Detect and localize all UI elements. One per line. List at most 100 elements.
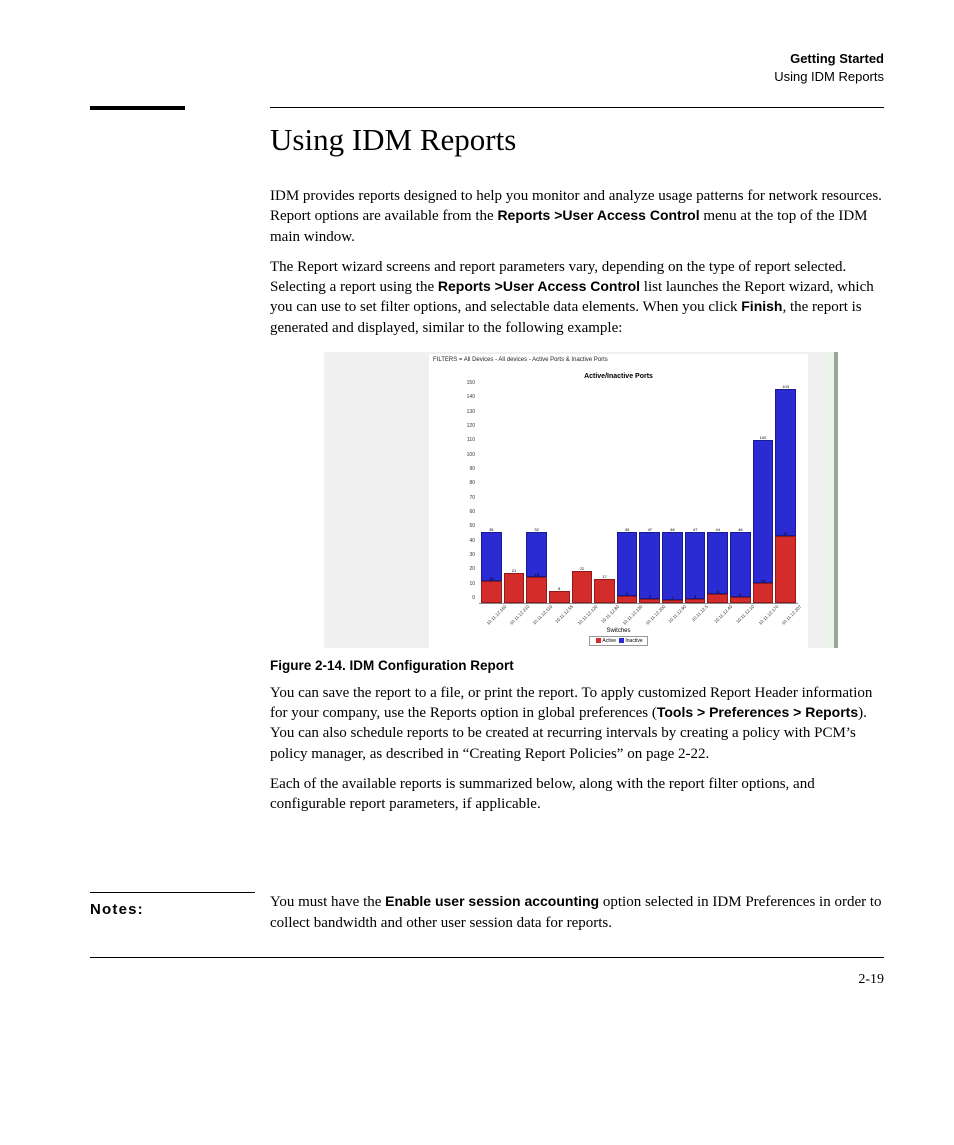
chart-card: FILTERS = All Devices - All devices - Ac… bbox=[429, 354, 808, 648]
chapter-name: Getting Started bbox=[90, 50, 884, 68]
notes-label-column: Notes: bbox=[90, 892, 270, 943]
bottom-rule bbox=[90, 957, 884, 958]
paragraph-3: You can save the report to a file, or pr… bbox=[270, 683, 884, 764]
notes-paragraph: You must have the Enable user session ac… bbox=[270, 892, 884, 933]
chart-bar-active bbox=[549, 591, 570, 602]
chart-bar: 22 bbox=[572, 389, 593, 603]
chart-y-ticks: 0102030405060708090100110120130140150 bbox=[455, 389, 477, 604]
chart-bar-inactive bbox=[775, 389, 796, 536]
paragraph-2: The Report wizard screens and report par… bbox=[270, 257, 884, 338]
chart-bar-inactive bbox=[753, 440, 774, 583]
chart-y-tick: 10 bbox=[469, 581, 475, 587]
chart-x-tick: 10.11.12.130 bbox=[617, 604, 638, 630]
chart-x-tick: 10.11.12.90 bbox=[662, 604, 683, 630]
chart-bar-active bbox=[594, 579, 615, 603]
menu-path: Reports >User Access Control bbox=[438, 278, 640, 294]
chart-bars: 3515213218822174554734824734464641001410… bbox=[479, 389, 798, 604]
chart-y-tick: 0 bbox=[472, 595, 475, 601]
chart-bar-active bbox=[617, 596, 638, 603]
chart-y-tick: 110 bbox=[467, 437, 475, 443]
chart-x-tick: 10.11.12.210 bbox=[504, 604, 525, 630]
menu-path: Reports >User Access Control bbox=[497, 207, 699, 223]
page-number: 2-19 bbox=[90, 972, 884, 988]
paragraph-4: Each of the available reports is summari… bbox=[270, 774, 884, 815]
button-name-finish: Finish bbox=[741, 298, 782, 314]
chart-bar-active bbox=[707, 594, 728, 603]
section-rule-thin bbox=[270, 107, 884, 108]
page-title: Using IDM Reports bbox=[270, 122, 884, 158]
chart-bar-active bbox=[662, 600, 683, 603]
chart-y-tick: 20 bbox=[469, 566, 475, 572]
chart-x-tick: 10.11.12.5 bbox=[685, 604, 706, 630]
page: Getting Started Using IDM Reports Using … bbox=[0, 0, 954, 1145]
chart-x-ticks: 10.11.12.16010.11.12.21010.11.12.11010.1… bbox=[479, 604, 798, 630]
chart-y-tick: 60 bbox=[469, 509, 475, 515]
chart-y-tick: 100 bbox=[467, 452, 475, 458]
chart-y-tick: 80 bbox=[469, 480, 475, 486]
chart-x-tick: 10.11.12.170 bbox=[753, 604, 774, 630]
chart-bar: 3218 bbox=[526, 389, 547, 603]
chart-x-tick: 10.11.12.80 bbox=[594, 604, 615, 630]
chart-bar-active bbox=[685, 599, 706, 603]
chart-y-tick: 40 bbox=[469, 538, 475, 544]
chart-bar: 473 bbox=[639, 389, 660, 603]
chart-y-tick: 130 bbox=[467, 409, 475, 415]
chart-bar-active bbox=[775, 536, 796, 603]
chart-bar-inactive bbox=[730, 532, 751, 598]
menu-path: Tools > Preferences > Reports bbox=[657, 704, 858, 720]
chart-x-tick: 10.11.12.40 bbox=[707, 604, 728, 630]
chart-bar-active bbox=[730, 597, 751, 603]
running-header: Getting Started Using IDM Reports bbox=[90, 50, 884, 85]
chart-x-tick: 10.11.12.200 bbox=[639, 604, 660, 630]
option-name: Enable user session accounting bbox=[385, 893, 599, 909]
notes-body: You must have the Enable user session ac… bbox=[270, 892, 884, 943]
section-rule-thick bbox=[90, 106, 185, 110]
chart-bar: 3515 bbox=[481, 389, 502, 603]
chart-x-tick: 10.11.12.120 bbox=[572, 604, 593, 630]
notes-rule bbox=[90, 892, 255, 893]
notes-label: Notes: bbox=[90, 901, 270, 918]
chart-bar-active bbox=[639, 599, 660, 603]
chart-title: Active/Inactive Ports bbox=[429, 373, 808, 380]
section-name: Using IDM Reports bbox=[90, 68, 884, 86]
chart-bar: 482 bbox=[662, 389, 683, 603]
chart-bar: 10014 bbox=[753, 389, 774, 603]
chart-legend: Active Inactive bbox=[429, 629, 808, 647]
chart-y-tick: 140 bbox=[467, 394, 475, 400]
chart-bar-inactive bbox=[685, 532, 706, 599]
chart-bar-inactive bbox=[707, 532, 728, 595]
figure-caption: Figure 2-14. IDM Configuration Report bbox=[270, 658, 884, 673]
figure-window: FILTERS = All Devices - All devices - Ac… bbox=[324, 352, 834, 648]
chart-y-tick: 90 bbox=[469, 466, 475, 472]
content-column: Using IDM Reports IDM provides reports d… bbox=[270, 122, 884, 814]
chart-filters-line: FILTERS = All Devices - All devices - Ac… bbox=[429, 354, 808, 365]
chart-x-tick: 10.11.12.207 bbox=[775, 604, 796, 630]
chart-bar-active bbox=[572, 571, 593, 602]
chart-bar-inactive bbox=[617, 532, 638, 596]
legend-swatch-inactive bbox=[619, 638, 624, 643]
chart-bar-active bbox=[526, 577, 547, 603]
chart-x-tick: 10.11.12.55 bbox=[549, 604, 570, 630]
chart-bar-inactive bbox=[481, 532, 502, 582]
chart-plot-area: 0102030405060708090100110120130140150 35… bbox=[455, 389, 798, 604]
chart-y-tick: 30 bbox=[469, 552, 475, 558]
legend-label-inactive: Inactive bbox=[625, 638, 642, 644]
chart-bar: 10347 bbox=[775, 389, 796, 603]
chart-y-tick: 70 bbox=[469, 495, 475, 501]
chart-x-tick: 10.11.12.160 bbox=[481, 604, 502, 630]
chart-bar: 473 bbox=[685, 389, 706, 603]
notes-block: Notes: You must have the Enable user ses… bbox=[90, 892, 884, 943]
chart-x-tick: 10.11.12.110 bbox=[526, 604, 547, 630]
chart-bar-active bbox=[504, 573, 525, 603]
chart-bar: 21 bbox=[504, 389, 525, 603]
chart-x-tick: 10.11.12.10 bbox=[730, 604, 751, 630]
chart-bar: 455 bbox=[617, 389, 638, 603]
paragraph-1: IDM provides reports designed to help yo… bbox=[270, 186, 884, 247]
chart-y-tick: 50 bbox=[469, 523, 475, 529]
chart-bar-inactive bbox=[526, 532, 547, 578]
chart-bar-active bbox=[753, 583, 774, 603]
legend-swatch-active bbox=[596, 638, 601, 643]
chart-bar-inactive bbox=[662, 532, 683, 600]
chart-bar: 446 bbox=[707, 389, 728, 603]
chart-bar-inactive bbox=[639, 532, 660, 599]
